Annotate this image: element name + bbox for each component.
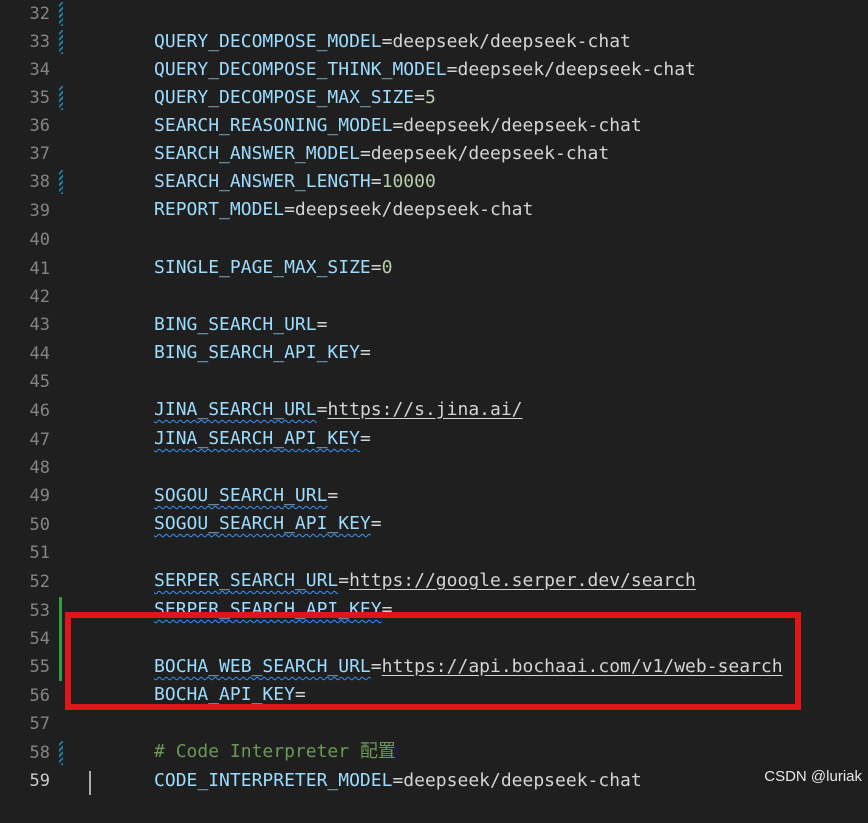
code-line[interactable]: 48 SOGOU_SEARCH_URL= (0, 454, 868, 506)
line-number: 32 (29, 4, 50, 24)
code-line[interactable]: 38 REPORT_MODEL=deepseek/deepseek-chat (0, 168, 868, 220)
line-number: 50 (29, 515, 50, 535)
line-number: 33 (29, 32, 50, 52)
line-number: 41 (29, 259, 50, 279)
line-number: 51 (29, 543, 50, 563)
line-number: 53 (29, 601, 50, 621)
line-number: 47 (29, 430, 50, 450)
line-number: 40 (29, 230, 50, 250)
code-line[interactable]: 58 CODE_INTERPRETER_MODEL=deepseek/deeps… (0, 739, 868, 791)
text-cursor (89, 771, 91, 795)
modified-gutter-indicator[interactable] (59, 86, 63, 110)
code-line-current[interactable]: 59 (0, 767, 868, 795)
line-number: 55 (29, 657, 50, 677)
code-line[interactable]: 41 (0, 255, 868, 283)
code-line[interactable]: 50 (0, 511, 868, 539)
code-line[interactable]: 44 (0, 340, 868, 368)
code-line[interactable]: 55 BOCHA_API_KEY= (0, 653, 868, 705)
line-number: 43 (29, 315, 50, 335)
code-line[interactable]: 39 (0, 197, 868, 225)
line-number: 56 (29, 686, 50, 706)
added-gutter-indicator[interactable] (59, 653, 62, 681)
line-number: 48 (29, 458, 50, 478)
code-line[interactable]: 51 SERPER_SEARCH_URL=https://google.serp… (0, 539, 868, 591)
code-line[interactable]: 43 BING_SEARCH_API_KEY= (0, 311, 868, 363)
code-line[interactable]: 47 (0, 426, 868, 454)
code-line[interactable]: 42 BING_SEARCH_URL= (0, 283, 868, 335)
code-line[interactable]: 35 SEARCH_REASONING_MODEL=deepseek/deeps… (0, 84, 868, 136)
line-number: 58 (29, 743, 50, 763)
added-gutter-indicator[interactable] (59, 597, 62, 625)
line-number: 54 (29, 629, 50, 649)
line-number: 57 (29, 714, 50, 734)
line-number: 37 (29, 144, 50, 164)
modified-gutter-indicator[interactable] (59, 741, 63, 765)
added-gutter-indicator[interactable] (59, 625, 62, 653)
code-line[interactable]: 52 SERPER_SEARCH_API_KEY= (0, 568, 868, 620)
code-line[interactable]: 57 # Code Interpreter 配置 (0, 710, 868, 762)
line-number: 34 (29, 60, 50, 80)
modified-gutter-indicator[interactable] (59, 170, 63, 194)
code-line[interactable]: 45 JINA_SEARCH_URL=https://s.jina.ai/ (0, 368, 868, 420)
line-number: 38 (29, 172, 50, 192)
line-number: 42 (29, 287, 50, 307)
code-line[interactable]: 49 SOGOU_SEARCH_API_KEY= (0, 482, 868, 534)
line-number: 59 (29, 771, 50, 791)
code-line[interactable]: 36 SEARCH_ANSWER_MODEL=deepseek/deepseek… (0, 112, 868, 164)
modified-gutter-indicator[interactable] (59, 2, 63, 26)
line-number: 52 (29, 572, 50, 592)
code-line[interactable]: 46 JINA_SEARCH_API_KEY= (0, 397, 868, 449)
line-number: 49 (29, 486, 50, 506)
code-line[interactable]: 40 SINGLE_PAGE_MAX_SIZE=0 (0, 226, 868, 278)
code-line[interactable]: 54 BOCHA_WEB_SEARCH_URL=https://api.boch… (0, 625, 868, 677)
code-line[interactable]: 56 (0, 682, 868, 710)
code-line[interactable]: 37 SEARCH_ANSWER_LENGTH=10000 (0, 140, 868, 192)
code-editor[interactable]: 32 QUERY_DECOMPOSE_MODEL=deepseek/deepse… (0, 0, 868, 795)
code-line[interactable]: 32 QUERY_DECOMPOSE_MODEL=deepseek/deepse… (0, 0, 868, 52)
line-number: 46 (29, 401, 50, 421)
code-line[interactable]: 33 QUERY_DECOMPOSE_THINK_MODEL=deepseek/… (0, 28, 868, 80)
line-number: 36 (29, 116, 50, 136)
code-line[interactable]: 34 QUERY_DECOMPOSE_MAX_SIZE=5 (0, 56, 868, 108)
line-number: 44 (29, 344, 50, 364)
line-number: 35 (29, 88, 50, 108)
watermark: CSDN @luriak (764, 768, 862, 785)
line-number: 39 (29, 201, 50, 221)
code-line[interactable]: 53 (0, 597, 868, 625)
modified-gutter-indicator[interactable] (59, 30, 63, 54)
line-number: 45 (29, 372, 50, 392)
